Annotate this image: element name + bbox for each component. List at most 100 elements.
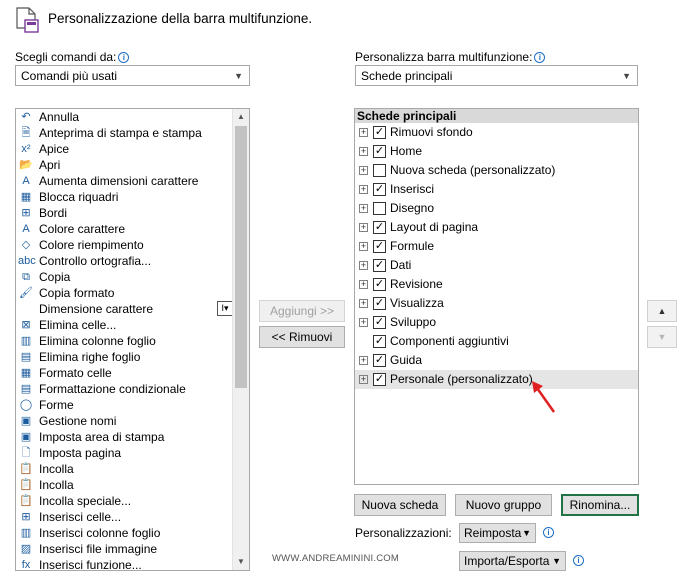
command-list-item[interactable]: ▨ Inserisci file immagine — [16, 541, 248, 557]
command-list-item[interactable]: 📋 Incolla speciale... — [16, 493, 248, 509]
new-tab-button[interactable]: Nuova scheda — [354, 494, 446, 516]
tree-item[interactable]: + Disegno — [355, 199, 638, 218]
scroll-thumb[interactable] — [235, 126, 247, 388]
tree-item[interactable]: + ✓ Revisione — [355, 275, 638, 294]
tree-item[interactable]: + ✓ Personale (personalizzato) — [355, 370, 638, 389]
tab-checkbox[interactable]: ✓ — [373, 373, 386, 386]
command-list-item[interactable]: ▣ Imposta area di stampa — [16, 429, 248, 445]
tree-item[interactable]: + ✓ Layout di pagina — [355, 218, 638, 237]
command-list-item[interactable]: ⧉ Copia — [16, 269, 248, 285]
reset-label: Reimposta — [464, 526, 522, 540]
rename-button[interactable]: Rinomina... — [561, 494, 639, 516]
customize-ribbon-dropdown[interactable]: Schede principali ▼ — [355, 65, 638, 86]
command-list-item[interactable]: ⊠ Elimina celle... — [16, 317, 248, 333]
tree-item[interactable]: + ✓ Inserisci — [355, 180, 638, 199]
command-list-item[interactable]: ▣ Gestione nomi — [16, 413, 248, 429]
expand-icon[interactable]: + — [359, 242, 368, 251]
command-list-item[interactable]: 🗋 Imposta pagina — [16, 445, 248, 461]
info-icon[interactable]: i — [573, 555, 584, 566]
command-list-item[interactable]: ▤Formattazione condizionale▶ — [16, 381, 248, 397]
command-list-item[interactable]: abc Controllo ortografia... — [16, 253, 248, 269]
tab-checkbox[interactable]: ✓ — [373, 126, 386, 139]
command-list-item[interactable]: ⊞ Inserisci celle... — [16, 509, 248, 525]
commands-list[interactable]: ↶Annulla▶🗎Anteprima di stampa e stampax²… — [15, 108, 250, 571]
command-list-item[interactable]: Dimensione carattere I▾ — [16, 301, 248, 317]
tab-label: Rimuovi sfondo — [390, 125, 473, 139]
choose-commands-label: Scegli comandi da: i — [15, 50, 130, 64]
reset-dropdown[interactable]: Reimposta ▼ — [459, 523, 536, 543]
expand-icon[interactable]: + — [359, 261, 368, 270]
move-down-button[interactable]: ▼ — [647, 326, 677, 348]
expand-icon[interactable]: + — [359, 375, 368, 384]
expand-icon[interactable]: + — [359, 128, 368, 137]
chevron-down-icon: ▼ — [622, 71, 631, 81]
info-icon[interactable]: i — [534, 52, 546, 63]
tab-checkbox[interactable] — [373, 202, 386, 215]
tab-checkbox[interactable]: ✓ — [373, 278, 386, 291]
add-button[interactable]: Aggiungi >> — [259, 300, 345, 322]
page-setup-icon: 🗋 — [21, 447, 31, 459]
tab-checkbox[interactable]: ✓ — [373, 335, 386, 348]
scroll-down-icon[interactable]: ▼ — [233, 554, 249, 570]
tab-checkbox[interactable]: ✓ — [373, 145, 386, 158]
ribbon-tabs-tree[interactable]: Schede principali + ✓ Rimuovi sfondo + ✓ Home… — [354, 108, 639, 485]
tree-item[interactable]: + ✓ Formule — [355, 237, 638, 256]
choose-commands-dropdown[interactable]: Comandi più usati ▼ — [15, 65, 250, 86]
expand-icon[interactable]: + — [359, 356, 368, 365]
tab-checkbox[interactable]: ✓ — [373, 240, 386, 253]
command-list-item[interactable]: ◇Colore riempimento▶ — [16, 237, 248, 253]
command-list-item[interactable]: ▦Blocca riquadri▶ — [16, 189, 248, 205]
tab-checkbox[interactable]: ✓ — [373, 221, 386, 234]
remove-button[interactable]: << Rimuovi — [259, 326, 345, 348]
command-list-item[interactable]: x² Apice — [16, 141, 248, 157]
tab-checkbox[interactable]: ✓ — [373, 259, 386, 272]
command-list-item[interactable]: ◯Forme▶ — [16, 397, 248, 413]
expand-icon[interactable]: + — [359, 204, 368, 213]
move-up-button[interactable]: ▲ — [647, 300, 677, 322]
new-group-button[interactable]: Nuovo gruppo — [455, 494, 552, 516]
command-list-item[interactable]: 📂 Apri — [16, 157, 248, 173]
scroll-up-icon[interactable]: ▲ — [233, 109, 249, 125]
command-list-item[interactable]: ▥ Inserisci colonne foglio — [16, 525, 248, 541]
command-list-item[interactable]: 🖌 Copia formato — [16, 285, 248, 301]
tree-item[interactable]: + ✓ Home — [355, 142, 638, 161]
expand-icon[interactable]: + — [359, 299, 368, 308]
tree-item[interactable]: + ✓ Sviluppo — [355, 313, 638, 332]
tab-checkbox[interactable]: ✓ — [373, 297, 386, 310]
tree-item[interactable]: + Nuova scheda (personalizzato) — [355, 161, 638, 180]
tab-checkbox[interactable]: ✓ — [373, 354, 386, 367]
tab-checkbox[interactable]: ✓ — [373, 316, 386, 329]
command-list-item[interactable]: 📋Incolla▶ — [16, 477, 248, 493]
tree-item[interactable]: + ✓ Dati — [355, 256, 638, 275]
command-label: Bordi — [39, 206, 68, 220]
command-list-item[interactable]: ↶Annulla▶ — [16, 109, 248, 125]
commands-scrollbar[interactable]: ▲ ▼ — [232, 109, 249, 570]
watermark-text: WWW.ANDREAMININI.COM — [272, 553, 399, 564]
tab-checkbox[interactable]: ✓ — [373, 183, 386, 196]
tree-item[interactable]: ✓ Componenti aggiuntivi — [355, 332, 638, 351]
expand-icon[interactable]: + — [359, 318, 368, 327]
command-list-item[interactable]: AColore carattere▶ — [16, 221, 248, 237]
command-list-item[interactable]: ▤ Elimina righe foglio — [16, 349, 248, 365]
command-list-item[interactable]: A Aumenta dimensioni carattere — [16, 173, 248, 189]
command-list-item[interactable]: fx Inserisci funzione... — [16, 557, 248, 570]
command-list-item[interactable]: 🗎 Anteprima di stampa e stampa — [16, 125, 248, 141]
tree-item[interactable]: + ✓ Visualizza — [355, 294, 638, 313]
tree-item[interactable]: + ✓ Guida — [355, 351, 638, 370]
expand-icon[interactable]: + — [359, 223, 368, 232]
tab-checkbox[interactable] — [373, 164, 386, 177]
command-list-item[interactable]: 📋 Incolla — [16, 461, 248, 477]
expand-icon[interactable]: + — [359, 147, 368, 156]
command-list-item[interactable]: ▥ Elimina colonne foglio — [16, 333, 248, 349]
expand-icon[interactable]: + — [359, 166, 368, 175]
info-icon[interactable]: i — [543, 527, 554, 538]
command-list-item[interactable]: ⊞Bordi▶ — [16, 205, 248, 221]
info-icon[interactable]: i — [118, 52, 130, 63]
tab-label: Disegno — [390, 201, 435, 215]
command-list-item[interactable]: ▦ Formato celle — [16, 365, 248, 381]
tab-label: Inserisci — [390, 182, 435, 196]
import-export-dropdown[interactable]: Importa/Esporta ▼ — [459, 551, 566, 571]
expand-icon[interactable]: + — [359, 185, 368, 194]
expand-icon[interactable]: + — [359, 280, 368, 289]
tree-item[interactable]: + ✓ Rimuovi sfondo — [355, 123, 638, 142]
